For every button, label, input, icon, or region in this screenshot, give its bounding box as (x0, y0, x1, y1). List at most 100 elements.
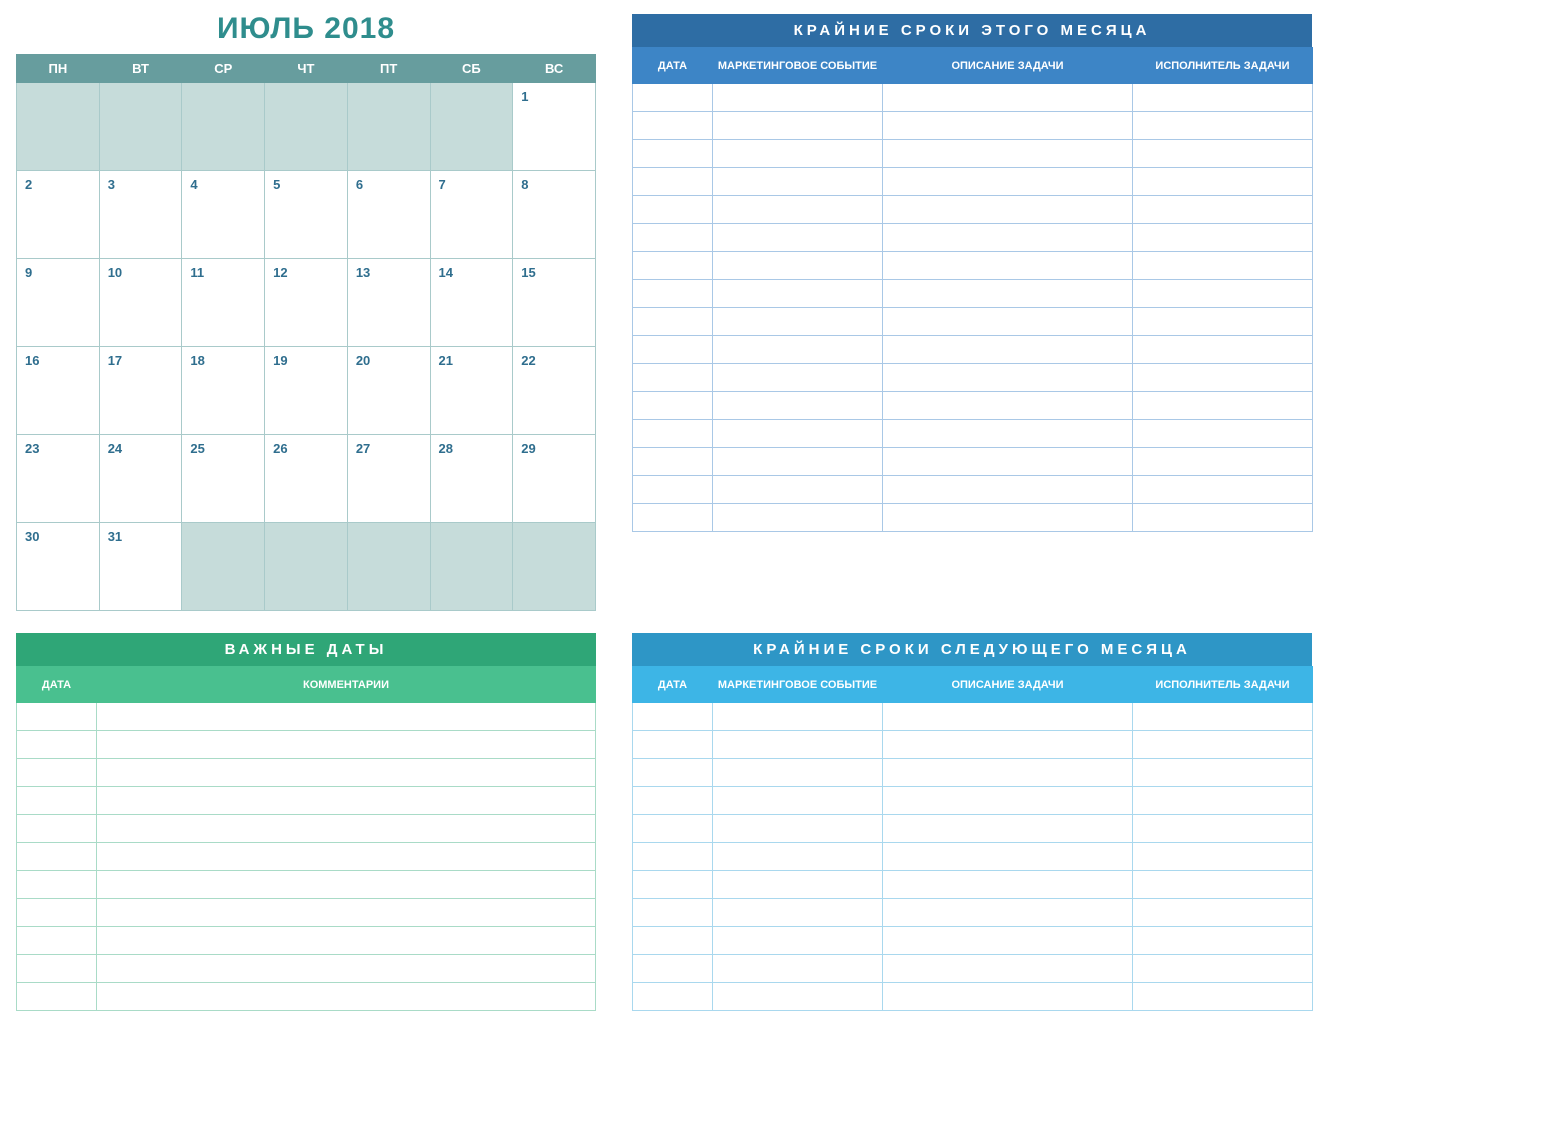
deadlines-this-cell[interactable] (1133, 448, 1313, 476)
deadlines-next-cell[interactable] (633, 955, 713, 983)
calendar-day-cell[interactable] (513, 523, 596, 611)
deadlines-this-cell[interactable] (1133, 252, 1313, 280)
important-dates-cell[interactable] (97, 731, 596, 759)
deadlines-this-cell[interactable] (1133, 420, 1313, 448)
important-dates-cell[interactable] (97, 843, 596, 871)
calendar-day-cell[interactable]: 13 (347, 259, 430, 347)
calendar-day-cell[interactable]: 24 (99, 435, 182, 523)
deadlines-this-cell[interactable] (633, 336, 713, 364)
calendar-day-cell[interactable]: 16 (17, 347, 100, 435)
important-dates-cell[interactable] (97, 759, 596, 787)
calendar-day-cell[interactable]: 2 (17, 171, 100, 259)
calendar-day-cell[interactable] (17, 83, 100, 171)
deadlines-this-cell[interactable] (633, 280, 713, 308)
deadlines-this-cell[interactable] (883, 476, 1133, 504)
deadlines-this-cell[interactable] (633, 168, 713, 196)
deadlines-next-cell[interactable] (1133, 843, 1313, 871)
important-dates-cell[interactable] (97, 815, 596, 843)
deadlines-this-cell[interactable] (713, 308, 883, 336)
deadlines-this-cell[interactable] (713, 84, 883, 112)
deadlines-next-cell[interactable] (1133, 927, 1313, 955)
deadlines-next-cell[interactable] (1133, 983, 1313, 1011)
deadlines-this-cell[interactable] (883, 196, 1133, 224)
deadlines-next-cell[interactable] (883, 843, 1133, 871)
deadlines-this-cell[interactable] (883, 308, 1133, 336)
deadlines-next-cell[interactable] (633, 871, 713, 899)
deadlines-next-cell[interactable] (883, 703, 1133, 731)
deadlines-next-cell[interactable] (883, 759, 1133, 787)
deadlines-this-cell[interactable] (883, 168, 1133, 196)
deadlines-this-cell[interactable] (883, 364, 1133, 392)
deadlines-this-cell[interactable] (883, 336, 1133, 364)
important-dates-cell[interactable] (17, 843, 97, 871)
calendar-day-cell[interactable]: 20 (347, 347, 430, 435)
important-dates-cell[interactable] (17, 787, 97, 815)
deadlines-this-cell[interactable] (1133, 308, 1313, 336)
calendar-day-cell[interactable]: 25 (182, 435, 265, 523)
deadlines-this-cell[interactable] (633, 84, 713, 112)
deadlines-next-cell[interactable] (1133, 871, 1313, 899)
calendar-day-cell[interactable] (430, 83, 513, 171)
calendar-day-cell[interactable] (182, 523, 265, 611)
calendar-day-cell[interactable]: 12 (265, 259, 348, 347)
deadlines-next-cell[interactable] (713, 815, 883, 843)
deadlines-next-cell[interactable] (633, 731, 713, 759)
important-dates-cell[interactable] (97, 983, 596, 1011)
deadlines-this-cell[interactable] (633, 392, 713, 420)
calendar-day-cell[interactable] (265, 83, 348, 171)
important-dates-cell[interactable] (97, 955, 596, 983)
deadlines-this-cell[interactable] (633, 504, 713, 532)
deadlines-next-cell[interactable] (633, 899, 713, 927)
deadlines-this-cell[interactable] (633, 476, 713, 504)
deadlines-next-cell[interactable] (883, 899, 1133, 927)
deadlines-this-cell[interactable] (633, 448, 713, 476)
calendar-day-cell[interactable]: 23 (17, 435, 100, 523)
deadlines-this-cell[interactable] (1133, 504, 1313, 532)
important-dates-cell[interactable] (17, 927, 97, 955)
important-dates-cell[interactable] (17, 815, 97, 843)
deadlines-this-cell[interactable] (883, 280, 1133, 308)
deadlines-this-cell[interactable] (1133, 224, 1313, 252)
deadlines-next-cell[interactable] (713, 731, 883, 759)
deadlines-this-cell[interactable] (713, 476, 883, 504)
important-dates-cell[interactable] (17, 983, 97, 1011)
deadlines-next-cell[interactable] (713, 955, 883, 983)
deadlines-next-cell[interactable] (1133, 703, 1313, 731)
deadlines-this-cell[interactable] (883, 224, 1133, 252)
deadlines-next-cell[interactable] (633, 843, 713, 871)
calendar-day-cell[interactable]: 28 (430, 435, 513, 523)
calendar-day-cell[interactable]: 30 (17, 523, 100, 611)
important-dates-cell[interactable] (17, 731, 97, 759)
deadlines-next-cell[interactable] (883, 983, 1133, 1011)
important-dates-cell[interactable] (97, 787, 596, 815)
deadlines-next-cell[interactable] (633, 927, 713, 955)
deadlines-next-cell[interactable] (713, 759, 883, 787)
deadlines-this-cell[interactable] (1133, 392, 1313, 420)
deadlines-this-cell[interactable] (713, 364, 883, 392)
calendar-day-cell[interactable]: 18 (182, 347, 265, 435)
calendar-day-cell[interactable] (430, 523, 513, 611)
deadlines-this-cell[interactable] (883, 112, 1133, 140)
calendar-day-cell[interactable]: 1 (513, 83, 596, 171)
deadlines-this-cell[interactable] (713, 224, 883, 252)
calendar-day-cell[interactable]: 7 (430, 171, 513, 259)
deadlines-this-cell[interactable] (713, 504, 883, 532)
deadlines-next-cell[interactable] (713, 843, 883, 871)
deadlines-next-cell[interactable] (633, 815, 713, 843)
important-dates-cell[interactable] (17, 899, 97, 927)
deadlines-next-cell[interactable] (633, 759, 713, 787)
deadlines-this-cell[interactable] (713, 392, 883, 420)
deadlines-next-cell[interactable] (1133, 899, 1313, 927)
calendar-day-cell[interactable]: 15 (513, 259, 596, 347)
important-dates-cell[interactable] (97, 899, 596, 927)
deadlines-this-cell[interactable] (1133, 336, 1313, 364)
calendar-day-cell[interactable]: 3 (99, 171, 182, 259)
deadlines-next-cell[interactable] (883, 815, 1133, 843)
deadlines-next-cell[interactable] (1133, 955, 1313, 983)
deadlines-this-cell[interactable] (713, 448, 883, 476)
deadlines-next-cell[interactable] (713, 983, 883, 1011)
deadlines-this-cell[interactable] (713, 112, 883, 140)
deadlines-next-cell[interactable] (1133, 731, 1313, 759)
deadlines-this-cell[interactable] (883, 392, 1133, 420)
deadlines-this-cell[interactable] (883, 420, 1133, 448)
